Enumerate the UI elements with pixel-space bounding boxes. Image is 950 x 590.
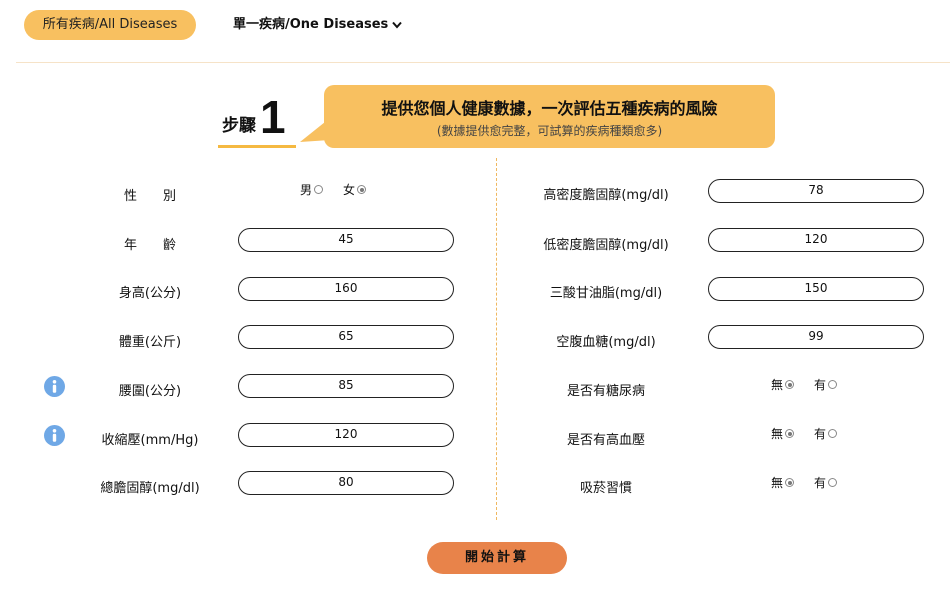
smoking-label: 吸菸習慣 [579,481,632,496]
banner-title: 提供您個人健康數據，一次評估五種疾病的風險 [381,99,718,118]
diabetes-yes-label: 有 [814,378,827,392]
column-divider [496,158,497,520]
age-label: 年 齡 [123,238,176,253]
triglyceride-input[interactable]: 150 [708,277,924,301]
hdl-label: 高密度膽固醇(mg/dl) [543,188,669,203]
diabetes-radio-group: 無 有 [771,376,838,393]
smoking-option-no[interactable]: 無 [771,474,795,491]
radio-icon[interactable] [828,380,838,389]
radio-selected-icon[interactable] [357,185,367,194]
tab-one-disease-label: 單一疾病/One Diseases [233,17,389,32]
smoking-option-yes[interactable]: 有 [814,474,838,491]
smoking-no-label: 無 [771,476,784,490]
gender-label: 性 別 [123,189,176,204]
radio-icon[interactable] [828,429,838,438]
smoking-yes-label: 有 [814,476,827,490]
step-label: 步驟 [222,116,256,136]
radio-selected-icon[interactable] [785,380,795,389]
calculate-button[interactable]: 開始計算 [427,542,567,574]
triglyceride-label: 三酸甘油脂(mg/dl) [549,286,663,301]
banner-subtitle: (數據提供愈完整，可試算的疾病種類愈多) [436,124,663,138]
gender-option-male[interactable]: 男 [300,181,324,198]
tab-one-disease[interactable]: 單一疾病/One Diseases [233,10,403,40]
chevron-down-icon [392,21,403,29]
hypertension-no-label: 無 [771,427,784,441]
ldl-label: 低密度膽固醇(mg/dl) [543,238,669,253]
radio-icon[interactable] [828,478,838,487]
gender-male-label: 男 [300,183,313,197]
diabetes-no-label: 無 [771,378,784,392]
header-divider [16,62,950,63]
gender-female-label: 女 [343,183,356,197]
waist-label: 腰圍(公分) [118,384,182,399]
weight-label: 體重(公斤) [118,335,182,350]
step-underline [218,145,296,148]
smoking-radio-group: 無 有 [771,474,838,491]
hypertension-label: 是否有高血壓 [566,433,645,448]
diabetes-option-no[interactable]: 無 [771,376,795,393]
glucose-input[interactable]: 99 [708,325,924,349]
radio-selected-icon[interactable] [785,478,795,487]
hdl-input[interactable]: 78 [708,179,924,203]
step-number: 1 [260,91,286,143]
hypertension-option-yes[interactable]: 有 [814,425,838,442]
radio-selected-icon[interactable] [785,429,795,438]
height-label: 身高(公分) [118,286,182,301]
hypertension-yes-label: 有 [814,427,827,441]
glucose-label: 空腹血糖(mg/dl) [556,335,656,350]
tab-all-diseases[interactable]: 所有疾病/All Diseases [24,10,196,40]
instruction-banner: 提供您個人健康數據，一次評估五種疾病的風險 (數據提供愈完整，可試算的疾病種類愈… [324,85,775,148]
hypertension-radio-group: 無 有 [771,425,838,442]
diabetes-option-yes[interactable]: 有 [814,376,838,393]
ldl-input[interactable]: 120 [708,228,924,252]
height-input[interactable]: 160 [238,277,454,301]
systolic-input[interactable]: 120 [238,423,454,447]
cholesterol-label: 總膽固醇(mg/dl) [100,481,200,496]
systolic-label: 收縮壓(mm/Hg) [101,433,199,448]
diabetes-label: 是否有糖尿病 [566,384,645,399]
age-input[interactable]: 45 [238,228,454,252]
waist-input[interactable]: 85 [238,374,454,398]
hypertension-option-no[interactable]: 無 [771,425,795,442]
step-heading: 步驟 1 [222,94,286,140]
gender-radio-group: 男 女 [300,181,367,198]
radio-icon[interactable] [314,185,324,194]
gender-option-female[interactable]: 女 [343,181,367,198]
weight-input[interactable]: 65 [238,325,454,349]
cholesterol-input[interactable]: 80 [238,471,454,495]
